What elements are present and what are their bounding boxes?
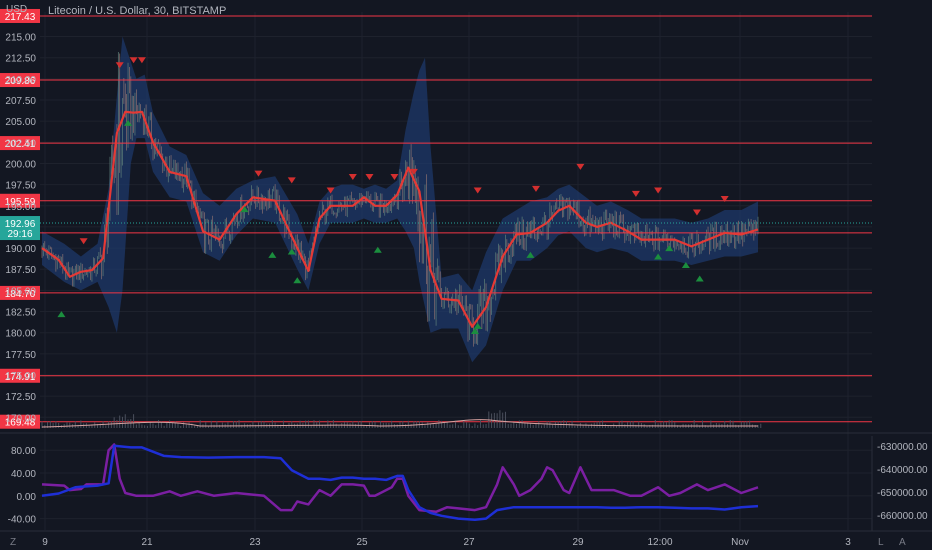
osc-tick-3: -40.00 <box>8 515 37 526</box>
price-tick-16: 175.00 <box>5 371 36 382</box>
price-tick-13: 182.50 <box>5 308 36 319</box>
price-tick-17: 172.50 <box>5 392 36 403</box>
time-tick-2: 23 <box>249 537 261 548</box>
price-tick-8: 195.00 <box>5 202 36 213</box>
osc-right-tick-0: -630000.00 <box>877 442 928 453</box>
time-tick-6: 12:00 <box>647 537 672 548</box>
osc-tick-0: 80.00 <box>11 446 36 457</box>
price-tick-14: 180.00 <box>5 329 36 340</box>
price-tick-5: 202.50 <box>5 138 36 149</box>
time-tick-3: 25 <box>356 537 368 548</box>
price-tick-0: 215.00 <box>5 33 36 44</box>
time-tick-0: 9 <box>42 537 48 548</box>
osc-right-tick-2: -650000.00 <box>877 488 928 499</box>
time-tick-4: 27 <box>463 537 475 548</box>
price-tick-18: 170.00 <box>5 413 36 424</box>
price-tick-11: 187.50 <box>5 265 36 276</box>
time-tick-7: Nov <box>731 537 749 548</box>
price-tick-2: 210.00 <box>5 75 36 86</box>
osc-right-tick-1: -640000.00 <box>877 465 928 476</box>
auto-scale-toggle[interactable]: A <box>899 537 906 548</box>
countdown-label: 29:16 <box>7 229 32 240</box>
osc-right-tick-3: -660000.00 <box>877 511 928 522</box>
symbol-title[interactable]: Litecoin / U.S. Dollar, 30, BITSTAMP <box>48 5 226 17</box>
osc-tick-2: 0.00 <box>17 492 37 503</box>
price-tick-3: 207.50 <box>5 96 36 107</box>
log-scale-toggle[interactable]: L <box>878 537 884 548</box>
time-tick-1: 21 <box>141 537 153 548</box>
osc-tick-1: 40.00 <box>11 469 36 480</box>
price-tick-10: 190.00 <box>5 244 36 255</box>
price-chart[interactable]: 217.43209.86202.41195.59191.80184.70174.… <box>0 0 932 550</box>
price-tick-4: 205.00 <box>5 117 36 128</box>
currency-label[interactable]: USD <box>6 4 27 15</box>
price-tick-6: 200.00 <box>5 159 36 170</box>
price-tick-7: 197.50 <box>5 181 36 192</box>
time-tick-5: 29 <box>572 537 584 548</box>
price-tick-15: 177.50 <box>5 350 36 361</box>
price-tick-12: 185.00 <box>5 286 36 297</box>
timezone-toggle[interactable]: Z <box>10 537 16 548</box>
price-tick-1: 212.50 <box>5 54 36 65</box>
time-tick-8: 3 <box>845 537 851 548</box>
